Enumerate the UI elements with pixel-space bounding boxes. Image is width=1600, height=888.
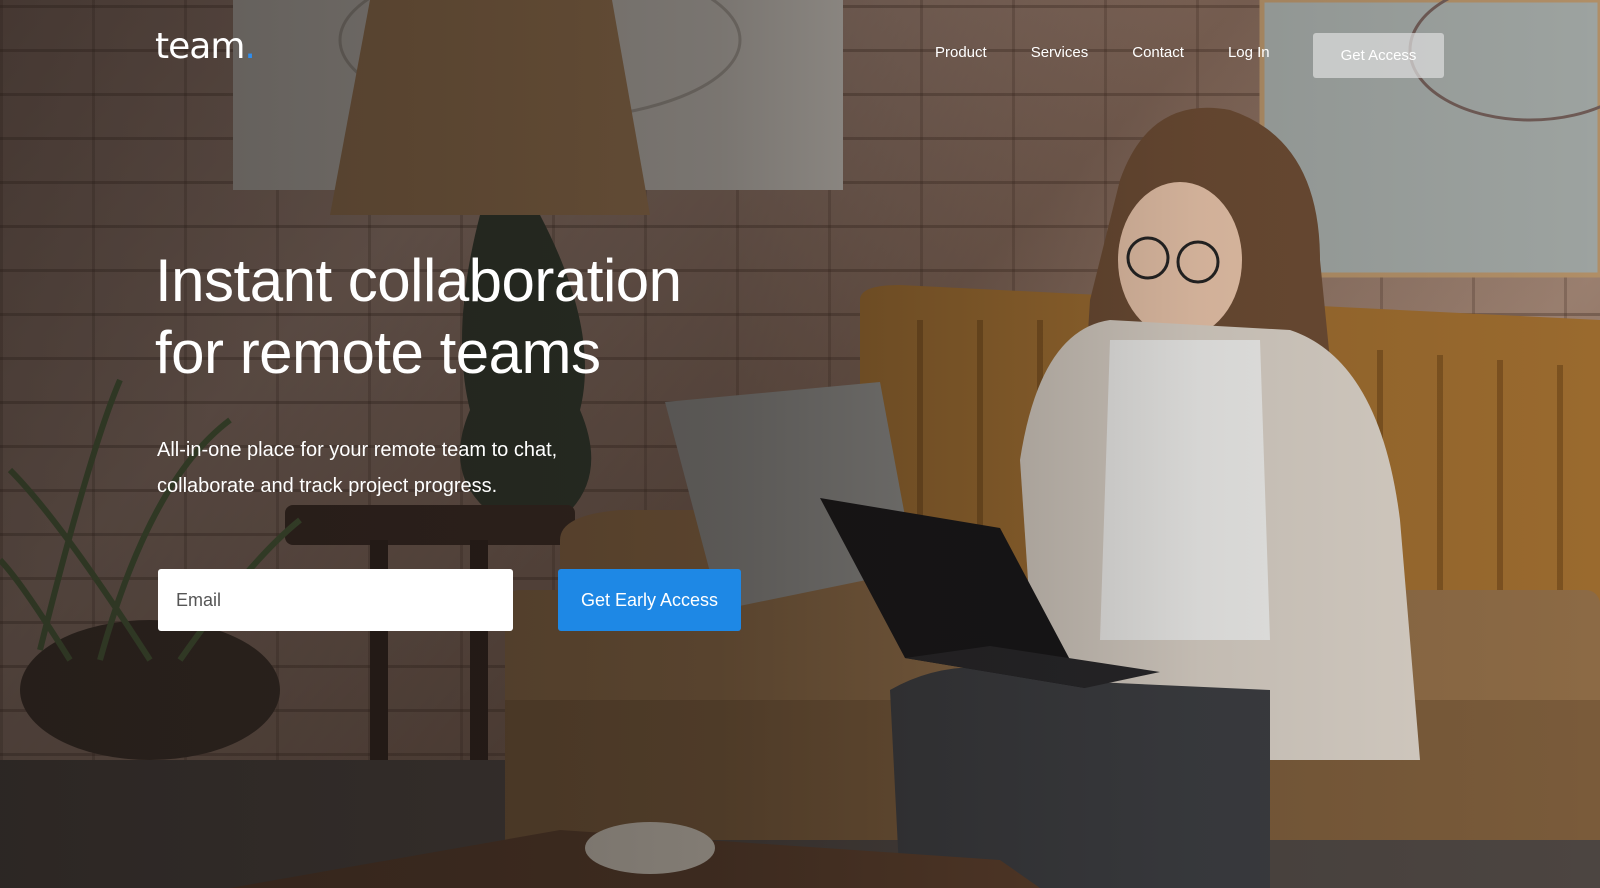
hero-subheadline-line-2: collaborate and track project progress.: [157, 475, 498, 497]
nav-item-services[interactable]: Services: [1031, 44, 1089, 61]
hero-headline-line-2: for remote teams: [155, 319, 601, 386]
nav-item-login[interactable]: Log In: [1228, 44, 1270, 61]
brand-dot: .: [244, 26, 255, 67]
hero-headline: Instant collaboration for remote teams: [155, 245, 775, 389]
hero-subheadline: All-in-one place for your remote team to…: [157, 432, 627, 504]
nav-item-product[interactable]: Product: [935, 44, 987, 61]
get-early-access-button[interactable]: Get Early Access: [558, 569, 741, 631]
get-access-button[interactable]: Get Access: [1313, 33, 1444, 78]
main-nav: Product Services Contact Log In: [935, 44, 1270, 61]
brand-name: team: [155, 26, 245, 67]
email-input[interactable]: [158, 569, 513, 631]
hero-subheadline-line-1: All-in-one place for your remote team to…: [157, 439, 558, 461]
hero-headline-line-1: Instant collaboration: [155, 247, 682, 314]
brand-logo[interactable]: team.: [155, 26, 256, 67]
nav-item-contact[interactable]: Contact: [1132, 44, 1184, 61]
signup-form: Get Early Access: [158, 569, 741, 631]
